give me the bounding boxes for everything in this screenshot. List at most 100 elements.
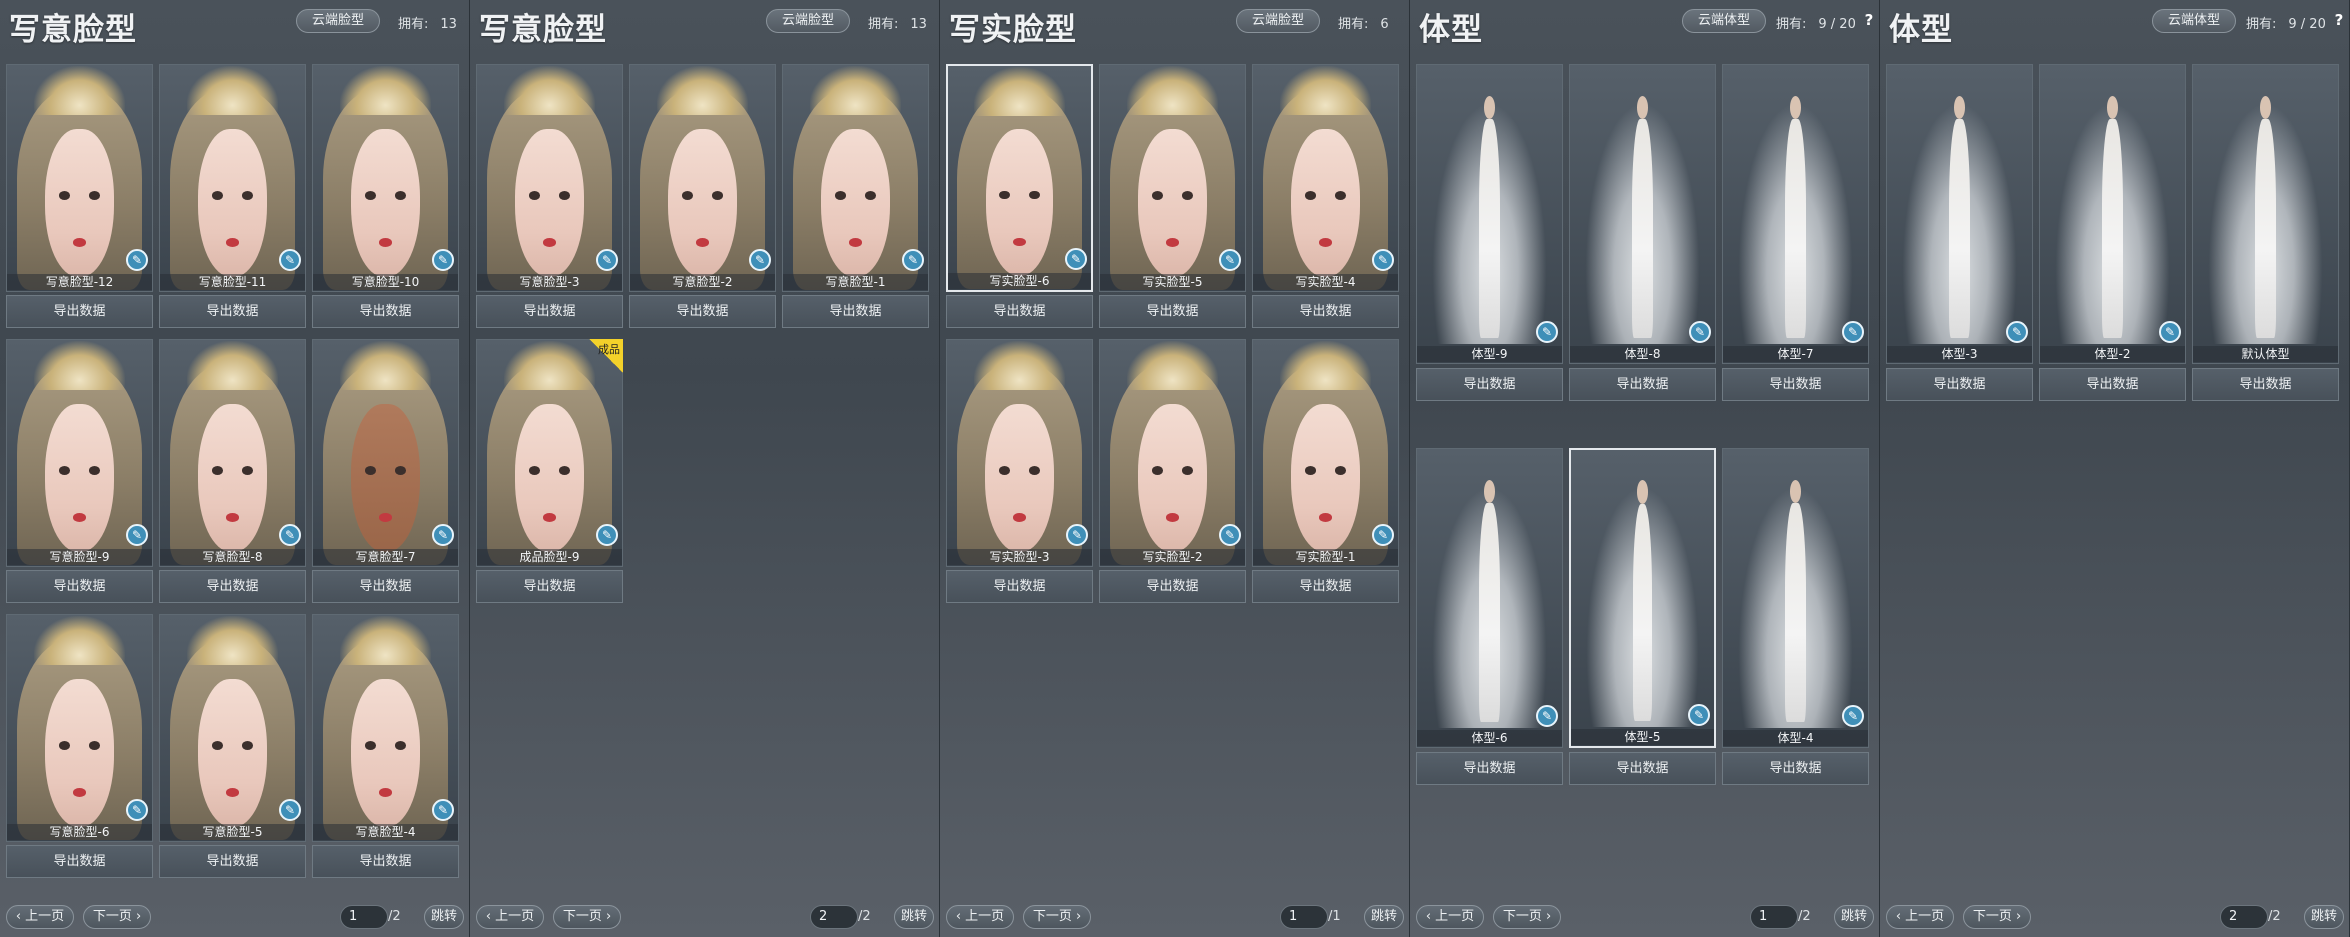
item-card[interactable]: 成品 成品脸型-9 ✎ — [476, 339, 623, 567]
item-card[interactable]: 写实脸型-3 ✎ — [946, 339, 1093, 567]
export-data-button[interactable]: 导出数据 — [1416, 368, 1563, 401]
edit-icon[interactable]: ✎ — [1842, 321, 1864, 343]
next-page-button[interactable]: 下一页 › — [553, 905, 621, 929]
edit-icon[interactable]: ✎ — [1219, 249, 1241, 271]
page-number-input[interactable]: 1 — [340, 905, 388, 929]
cloud-button[interactable]: 云端体型 — [2152, 9, 2236, 33]
item-card[interactable]: 写意脸型-9 ✎ — [6, 339, 153, 567]
edit-icon[interactable]: ✎ — [596, 249, 618, 271]
export-data-button[interactable]: 导出数据 — [1722, 752, 1869, 785]
jump-button[interactable]: 跳转 — [894, 905, 934, 929]
export-data-button[interactable]: 导出数据 — [946, 295, 1093, 328]
item-card[interactable]: 体型-7 ✎ — [1722, 64, 1869, 364]
export-data-button[interactable]: 导出数据 — [2039, 368, 2186, 401]
page-number-input[interactable]: 2 — [2220, 905, 2268, 929]
item-card[interactable]: 写意脸型-5 ✎ — [159, 614, 306, 842]
help-icon[interactable]: ? — [1860, 11, 1878, 29]
jump-button[interactable]: 跳转 — [1834, 905, 1874, 929]
export-data-button[interactable]: 导出数据 — [159, 570, 306, 603]
cloud-button[interactable]: 云端脸型 — [296, 9, 380, 33]
item-card[interactable]: 写意脸型-7 ✎ — [312, 339, 459, 567]
item-card[interactable]: 写意脸型-1 ✎ — [782, 64, 929, 292]
export-data-button[interactable]: 导出数据 — [2192, 368, 2339, 401]
export-data-button[interactable]: 导出数据 — [1886, 368, 2033, 401]
edit-icon[interactable]: ✎ — [126, 249, 148, 271]
item-card[interactable]: 体型-9 ✎ — [1416, 64, 1563, 364]
page-number-input[interactable]: 1 — [1280, 905, 1328, 929]
help-icon[interactable]: ? — [2330, 11, 2348, 29]
next-page-button[interactable]: 下一页 › — [83, 905, 151, 929]
edit-icon[interactable]: ✎ — [1065, 248, 1087, 270]
export-data-button[interactable]: 导出数据 — [1099, 295, 1246, 328]
item-card[interactable]: 写实脸型-6 ✎ — [946, 64, 1093, 292]
edit-icon[interactable]: ✎ — [2159, 321, 2181, 343]
item-card[interactable]: 写意脸型-3 ✎ — [476, 64, 623, 292]
cloud-button[interactable]: 云端脸型 — [1236, 9, 1320, 33]
next-page-button[interactable]: 下一页 › — [1963, 905, 2031, 929]
item-card[interactable]: 体型-6 ✎ — [1416, 448, 1563, 748]
export-data-button[interactable]: 导出数据 — [946, 570, 1093, 603]
export-data-button[interactable]: 导出数据 — [476, 295, 623, 328]
item-card[interactable]: 写意脸型-4 ✎ — [312, 614, 459, 842]
export-data-button[interactable]: 导出数据 — [6, 570, 153, 603]
edit-icon[interactable]: ✎ — [1219, 524, 1241, 546]
edit-icon[interactable]: ✎ — [1689, 321, 1711, 343]
export-data-button[interactable]: 导出数据 — [1569, 368, 1716, 401]
export-data-button[interactable]: 导出数据 — [629, 295, 776, 328]
edit-icon[interactable]: ✎ — [279, 249, 301, 271]
item-card[interactable]: 写意脸型-6 ✎ — [6, 614, 153, 842]
edit-icon[interactable]: ✎ — [596, 524, 618, 546]
edit-icon[interactable]: ✎ — [1372, 524, 1394, 546]
item-card[interactable]: 体型-5 ✎ — [1569, 448, 1716, 748]
next-page-button[interactable]: 下一页 › — [1493, 905, 1561, 929]
export-data-button[interactable]: 导出数据 — [1252, 295, 1399, 328]
item-card[interactable]: 体型-2 ✎ — [2039, 64, 2186, 364]
export-data-button[interactable]: 导出数据 — [1722, 368, 1869, 401]
export-data-button[interactable]: 导出数据 — [159, 845, 306, 878]
item-card[interactable]: 体型-8 ✎ — [1569, 64, 1716, 364]
export-data-button[interactable]: 导出数据 — [312, 845, 459, 878]
export-data-button[interactable]: 导出数据 — [1099, 570, 1246, 603]
jump-button[interactable]: 跳转 — [424, 905, 464, 929]
jump-button[interactable]: 跳转 — [1364, 905, 1404, 929]
export-data-button[interactable]: 导出数据 — [476, 570, 623, 603]
export-data-button[interactable]: 导出数据 — [6, 845, 153, 878]
item-card[interactable]: 写实脸型-4 ✎ — [1252, 64, 1399, 292]
edit-icon[interactable]: ✎ — [1066, 524, 1088, 546]
edit-icon[interactable]: ✎ — [126, 524, 148, 546]
edit-icon[interactable]: ✎ — [279, 799, 301, 821]
next-page-button[interactable]: 下一页 › — [1023, 905, 1091, 929]
edit-icon[interactable]: ✎ — [749, 249, 771, 271]
edit-icon[interactable]: ✎ — [126, 799, 148, 821]
export-data-button[interactable]: 导出数据 — [1569, 752, 1716, 785]
prev-page-button[interactable]: ‹ 上一页 — [1886, 905, 1954, 929]
item-card[interactable]: 写意脸型-2 ✎ — [629, 64, 776, 292]
export-data-button[interactable]: 导出数据 — [6, 295, 153, 328]
item-card[interactable]: 写意脸型-10 ✎ — [312, 64, 459, 292]
export-data-button[interactable]: 导出数据 — [312, 570, 459, 603]
edit-icon[interactable]: ✎ — [1688, 704, 1710, 726]
export-data-button[interactable]: 导出数据 — [782, 295, 929, 328]
edit-icon[interactable]: ✎ — [279, 524, 301, 546]
item-card[interactable]: 写意脸型-11 ✎ — [159, 64, 306, 292]
page-number-input[interactable]: 1 — [1750, 905, 1798, 929]
prev-page-button[interactable]: ‹ 上一页 — [476, 905, 544, 929]
edit-icon[interactable]: ✎ — [432, 249, 454, 271]
edit-icon[interactable]: ✎ — [432, 799, 454, 821]
edit-icon[interactable]: ✎ — [1842, 705, 1864, 727]
edit-icon[interactable]: ✎ — [1372, 249, 1394, 271]
item-card[interactable]: 写意脸型-12 ✎ — [6, 64, 153, 292]
export-data-button[interactable]: 导出数据 — [1416, 752, 1563, 785]
edit-icon[interactable]: ✎ — [2006, 321, 2028, 343]
cloud-button[interactable]: 云端体型 — [1682, 9, 1766, 33]
page-number-input[interactable]: 2 — [810, 905, 858, 929]
export-data-button[interactable]: 导出数据 — [1252, 570, 1399, 603]
item-card[interactable]: 写实脸型-2 ✎ — [1099, 339, 1246, 567]
cloud-button[interactable]: 云端脸型 — [766, 9, 850, 33]
export-data-button[interactable]: 导出数据 — [159, 295, 306, 328]
item-card[interactable]: 写实脸型-5 ✎ — [1099, 64, 1246, 292]
item-card[interactable]: 体型-4 ✎ — [1722, 448, 1869, 748]
edit-icon[interactable]: ✎ — [1536, 321, 1558, 343]
edit-icon[interactable]: ✎ — [902, 249, 924, 271]
prev-page-button[interactable]: ‹ 上一页 — [1416, 905, 1484, 929]
